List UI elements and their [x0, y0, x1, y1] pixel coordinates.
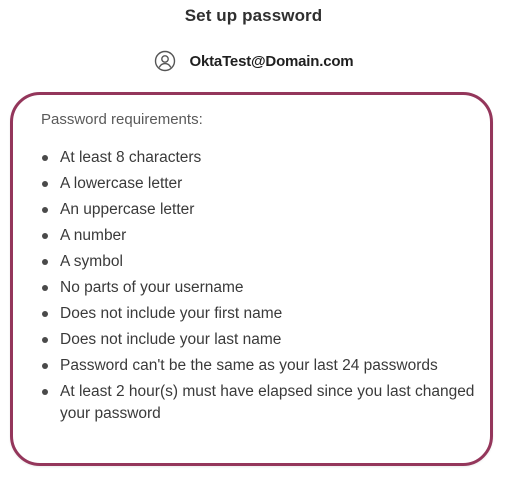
bullet-icon — [42, 389, 48, 395]
requirements-list: At least 8 characters A lowercase letter… — [41, 147, 474, 425]
user-identifier: OktaTest@Domain.com — [0, 50, 507, 72]
requirement-text: An uppercase letter — [60, 201, 195, 218]
bullet-icon — [42, 155, 48, 161]
page-title: Set up password — [184, 6, 323, 25]
requirement-text: A symbol — [60, 253, 123, 270]
requirement-item: An uppercase letter — [41, 199, 478, 221]
bullet-icon — [42, 285, 48, 291]
requirement-item: A number — [41, 225, 478, 247]
bullet-icon — [42, 259, 48, 265]
requirement-item: Password can't be the same as your last … — [41, 355, 478, 377]
requirement-item: At least 8 characters — [41, 147, 478, 169]
requirement-item: A symbol — [41, 251, 478, 273]
bullet-icon — [42, 207, 48, 213]
requirement-item: No parts of your username — [41, 277, 478, 299]
password-requirements-box: Password requirements: At least 8 charac… — [10, 92, 493, 466]
requirement-item: A lowercase letter — [41, 173, 478, 195]
username-label: OktaTest@Domain.com — [189, 52, 354, 70]
requirement-text: At least 8 characters — [60, 149, 202, 166]
requirement-text: A number — [60, 227, 127, 244]
requirement-text: No parts of your username — [60, 279, 244, 296]
bullet-icon — [42, 181, 48, 187]
bullet-icon — [42, 337, 48, 343]
requirement-item: Does not include your first name — [41, 303, 478, 325]
requirement-item: At least 2 hour(s) must have elapsed sin… — [41, 381, 478, 425]
bullet-icon — [42, 311, 48, 317]
bullet-icon — [42, 233, 48, 239]
requirement-text: At least 2 hour(s) must have elapsed sin… — [60, 383, 475, 422]
user-circle-icon — [154, 50, 176, 72]
requirement-text: Does not include your last name — [60, 331, 282, 348]
bullet-icon — [42, 363, 48, 369]
requirement-item: Does not include your last name — [41, 329, 478, 351]
requirement-text: Password can't be the same as your last … — [60, 357, 438, 374]
requirement-text: Does not include your first name — [60, 305, 283, 322]
requirements-heading: Password requirements: — [41, 111, 203, 128]
requirement-text: A lowercase letter — [60, 175, 183, 192]
